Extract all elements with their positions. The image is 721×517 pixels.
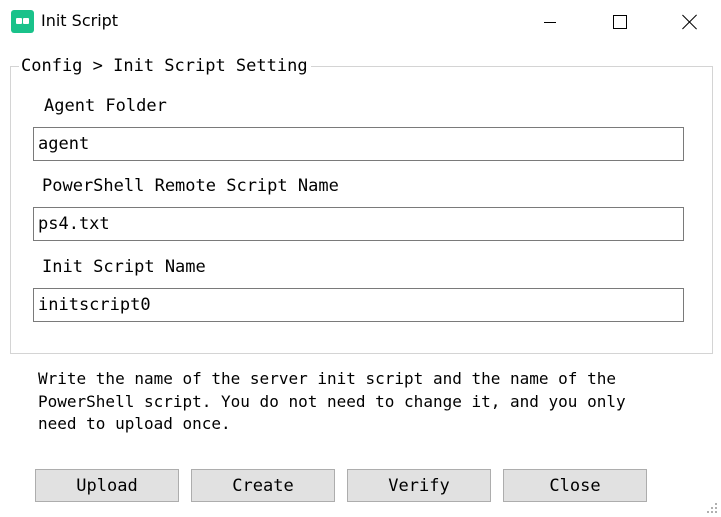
- agent-folder-input[interactable]: [33, 127, 684, 161]
- minimize-icon: [544, 21, 556, 23]
- close-icon: [682, 14, 698, 30]
- verify-button[interactable]: Verify: [347, 469, 491, 502]
- agent-folder-label: Agent Folder: [44, 96, 167, 116]
- init-script-input[interactable]: [33, 288, 684, 322]
- window-title: Init Script: [41, 11, 119, 30]
- breadcrumb: Config > Init Script Setting: [19, 56, 311, 76]
- close-window-button[interactable]: [655, 0, 721, 44]
- maximize-icon: [613, 15, 627, 29]
- close-button[interactable]: Close: [503, 469, 647, 502]
- resize-grip-icon[interactable]: [706, 502, 718, 514]
- init-script-label: Init Script Name: [42, 257, 206, 277]
- ps-remote-script-input[interactable]: [33, 207, 684, 241]
- app-icon: [11, 10, 34, 33]
- title-bar: Init Script: [0, 0, 721, 44]
- description-text: Write the name of the server init script…: [38, 369, 626, 433]
- upload-button[interactable]: Upload: [35, 469, 179, 502]
- minimize-button[interactable]: [515, 0, 585, 44]
- create-button[interactable]: Create: [191, 469, 335, 502]
- maximize-button[interactable]: [585, 0, 655, 44]
- ps-remote-script-label: PowerShell Remote Script Name: [42, 176, 339, 196]
